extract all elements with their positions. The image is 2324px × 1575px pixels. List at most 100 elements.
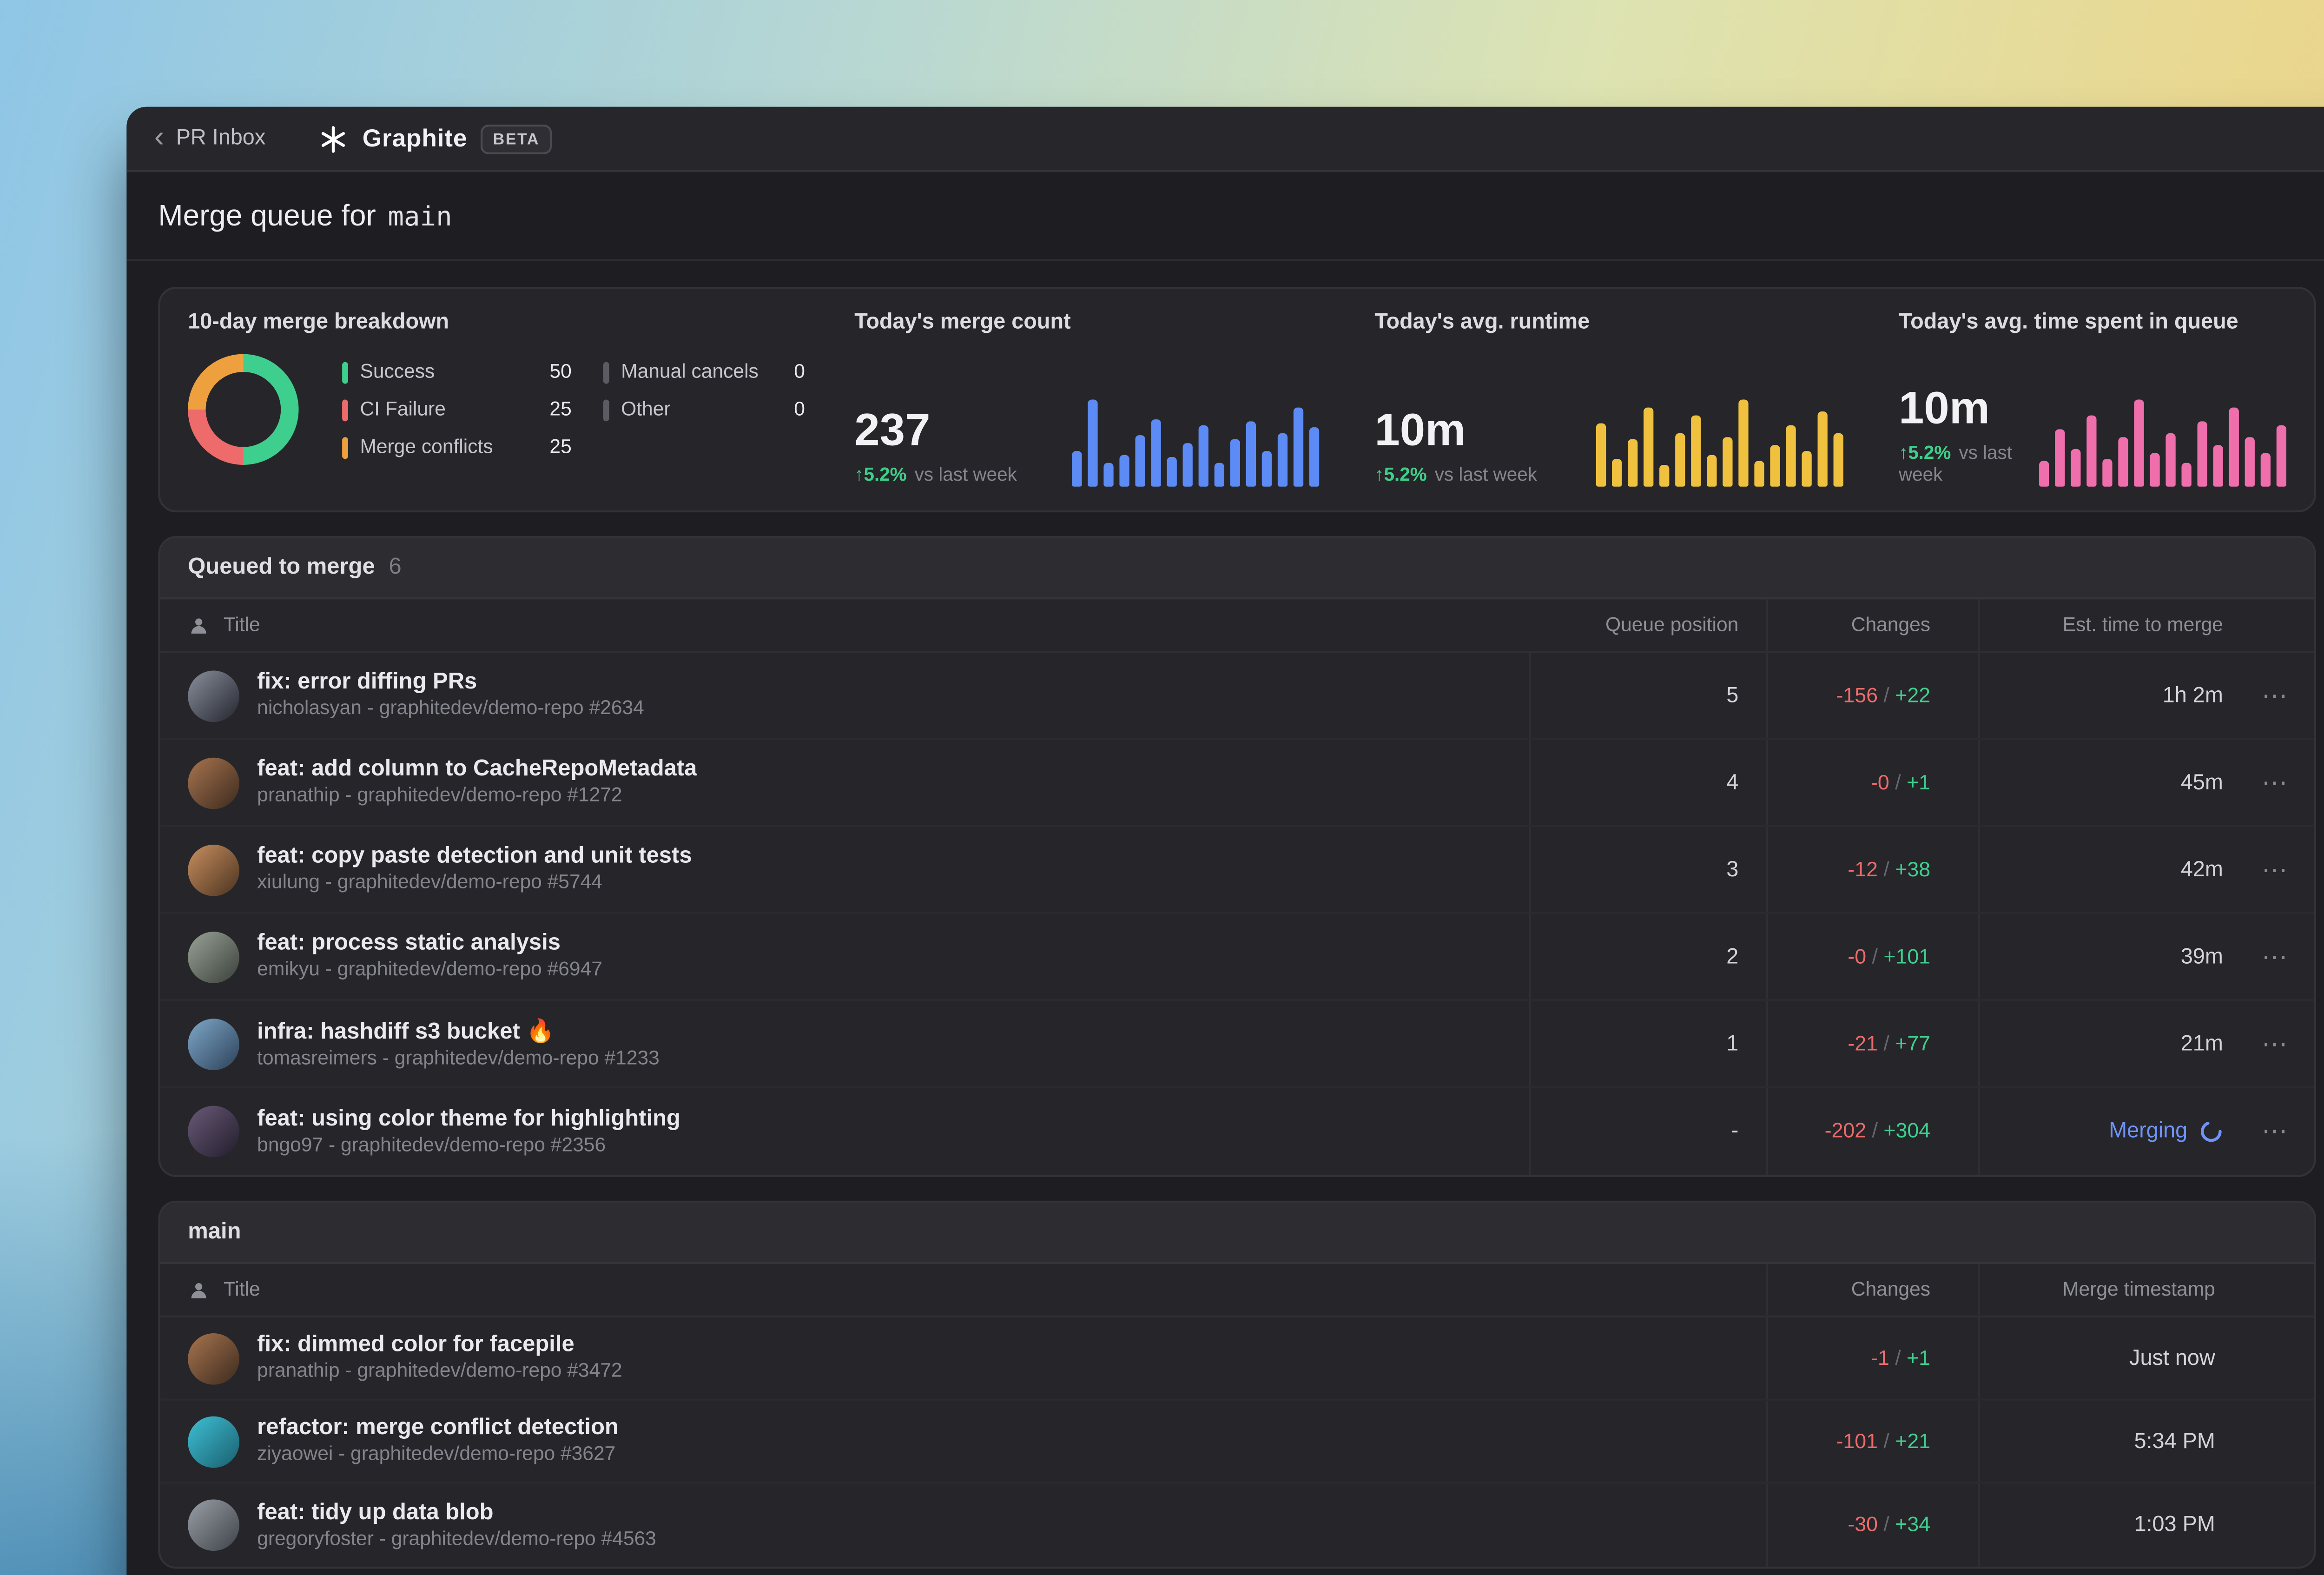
sparkline-bar bbox=[2245, 437, 2255, 487]
sparkline-bar bbox=[1293, 407, 1304, 487]
additions: +304 bbox=[1883, 1119, 1931, 1144]
pr-author-avatar bbox=[188, 1499, 239, 1551]
pr-subtitle: nicholasyan - graphitedev/demo-repo #263… bbox=[257, 698, 644, 720]
brand: Graphite BETA bbox=[319, 123, 552, 153]
stat-title: Today's avg. time spent in queue bbox=[1898, 311, 2238, 335]
graphite-logo-icon bbox=[319, 124, 349, 153]
queue-position: 5 bbox=[1529, 653, 1766, 738]
merged-pr-row[interactable]: fix: dimmed color for facepile pranathip … bbox=[160, 1317, 2314, 1401]
sparkline-bar bbox=[1135, 435, 1145, 487]
chevron-left-icon: ‹ bbox=[154, 119, 165, 153]
pr-subtitle: pranathip - graphitedev/demo-repo #1272 bbox=[257, 785, 622, 807]
sparkline-bar bbox=[1246, 421, 1256, 487]
sparkline-bar bbox=[2213, 445, 2223, 487]
row-menu-button[interactable]: ⋯ bbox=[2235, 940, 2314, 972]
legend-item: Other 0 bbox=[603, 398, 805, 421]
sparkline-bar bbox=[1230, 439, 1241, 487]
sparkline-bar bbox=[2039, 461, 2049, 487]
back-button[interactable]: ‹ PR Inbox bbox=[154, 122, 265, 152]
legend-color-bar bbox=[342, 436, 348, 458]
sparkline-bar bbox=[1738, 399, 1749, 487]
row-menu-button[interactable]: ⋯ bbox=[2235, 767, 2314, 798]
legend-column-1: Success 50 CI Failure 25 Merge conflicts 25 bbox=[342, 361, 572, 458]
sparkline-bar bbox=[1198, 425, 1208, 487]
sparkline-bar bbox=[2260, 453, 2271, 487]
sparkline-bar bbox=[2197, 421, 2207, 487]
pr-author-avatar bbox=[188, 756, 239, 808]
main-branch-card: main Title Changes Merge timestamp fix: … bbox=[158, 1200, 2316, 1569]
sparkline-bar bbox=[1644, 407, 1654, 487]
merged-pr-row[interactable]: refactor: merge conflict detection ziyaow… bbox=[160, 1400, 2314, 1484]
est-time-to-merge: 39m bbox=[1978, 913, 2235, 999]
sparkline-bar bbox=[1802, 451, 1812, 487]
pr-changes: -21 / +77 bbox=[1766, 1001, 1978, 1086]
sparkline-bar bbox=[2055, 429, 2065, 487]
main-section-header: main bbox=[160, 1203, 2314, 1264]
deletions: -12 bbox=[1848, 857, 1878, 881]
additions: +101 bbox=[1883, 944, 1931, 968]
legend-label: Success bbox=[360, 361, 435, 383]
est-time-to-merge: 42m bbox=[1978, 827, 2235, 912]
stat-value: 10m bbox=[1374, 404, 1466, 455]
legend-value: 0 bbox=[794, 398, 805, 421]
sparkline-bar bbox=[2118, 437, 2128, 487]
queued-pr-row[interactable]: feat: process static analysis emikyu - gr… bbox=[160, 913, 2314, 1001]
pr-author-avatar bbox=[188, 1415, 239, 1467]
beta-badge: BETA bbox=[481, 123, 552, 153]
additions: +22 bbox=[1895, 683, 1931, 708]
column-merge-timestamp: Merge timestamp bbox=[1978, 1264, 2314, 1316]
row-menu-button[interactable]: ⋯ bbox=[2235, 680, 2314, 711]
pr-subtitle: gregoryfoster - graphitedev/demo-repo #4… bbox=[257, 1528, 656, 1550]
sparkline-bar bbox=[1167, 457, 1177, 487]
additions: +77 bbox=[1895, 1032, 1931, 1056]
sparkline-bar bbox=[1277, 433, 1288, 487]
pr-subtitle: ziyaowei - graphitedev/demo-repo #3627 bbox=[257, 1444, 616, 1466]
legend-color-bar bbox=[342, 398, 348, 421]
row-menu-button[interactable]: ⋯ bbox=[2235, 1028, 2314, 1059]
legend-value: 50 bbox=[549, 361, 572, 383]
pr-title: refactor: merge conflict detection bbox=[257, 1416, 619, 1440]
queued-pr-row[interactable]: infra: hashdiff s3 bucket 🔥 tomasreimers … bbox=[160, 1001, 2314, 1088]
row-menu-button[interactable]: ⋯ bbox=[2235, 1116, 2314, 1147]
deletions: -0 bbox=[1848, 944, 1867, 968]
additions: +21 bbox=[1895, 1429, 1931, 1453]
queued-pr-row[interactable]: feat: add column to CacheRepoMetadata pra… bbox=[160, 740, 2314, 827]
pr-title: feat: tidy up data blob bbox=[257, 1500, 494, 1524]
column-queue-position: Queue position bbox=[1605, 614, 1739, 636]
sparkline-bar bbox=[2150, 453, 2160, 487]
queued-pr-row[interactable]: feat: using color theme for highlighting… bbox=[160, 1088, 2314, 1175]
pr-changes: -1 / +1 bbox=[1766, 1317, 1978, 1399]
deletions: -101 bbox=[1836, 1429, 1878, 1453]
additions: +1 bbox=[1907, 770, 1931, 794]
sparkline-bar bbox=[2086, 415, 2097, 487]
est-time-to-merge: Merging bbox=[1978, 1088, 2235, 1175]
person-icon bbox=[188, 1279, 210, 1301]
row-menu-button[interactable]: ⋯ bbox=[2235, 854, 2314, 885]
sparkline-bar bbox=[1214, 463, 1224, 487]
queue-position: - bbox=[1529, 1088, 1766, 1175]
main-table-body: fix: dimmed color for facepile pranathip … bbox=[160, 1317, 2314, 1567]
pr-changes: -0 / +101 bbox=[1766, 913, 1978, 999]
legend-value: 0 bbox=[794, 361, 805, 383]
main-table-header: Title Changes Merge timestamp bbox=[160, 1264, 2314, 1317]
sparkline-bar bbox=[1723, 437, 1733, 487]
legend-color-bar bbox=[603, 361, 609, 383]
merge-timestamp: 1:03 PM bbox=[1978, 1483, 2314, 1567]
sparkline-bar bbox=[2134, 399, 2144, 487]
merged-pr-row[interactable]: feat: tidy up data blob gregoryfoster - g… bbox=[160, 1483, 2314, 1567]
pr-author-avatar bbox=[188, 843, 239, 895]
stat-title: Today's avg. runtime bbox=[1374, 311, 1590, 335]
legend-label: Merge conflicts bbox=[360, 436, 493, 458]
est-time-to-merge: 1h 2m bbox=[1978, 653, 2235, 738]
queued-pr-row[interactable]: fix: error diffing PRs nicholasyan - grap… bbox=[160, 653, 2314, 740]
sparkline-bar bbox=[1817, 411, 1828, 487]
stat-title: 10-day merge breakdown bbox=[188, 311, 449, 335]
stat-delta: ↑5.2% vs last week bbox=[1374, 464, 1537, 487]
queued-pr-row[interactable]: feat: copy paste detection and unit test… bbox=[160, 827, 2314, 914]
deletions: -21 bbox=[1848, 1032, 1878, 1056]
pr-title: fix: error diffing PRs bbox=[257, 670, 477, 695]
stat-merge-count: Today's merge count 237 ↑5.2% vs last wee… bbox=[827, 289, 1347, 510]
merge-count-sparkline bbox=[1072, 396, 1320, 487]
pr-changes: -101 / +21 bbox=[1766, 1400, 1978, 1482]
pr-changes: -0 / +1 bbox=[1766, 740, 1978, 825]
